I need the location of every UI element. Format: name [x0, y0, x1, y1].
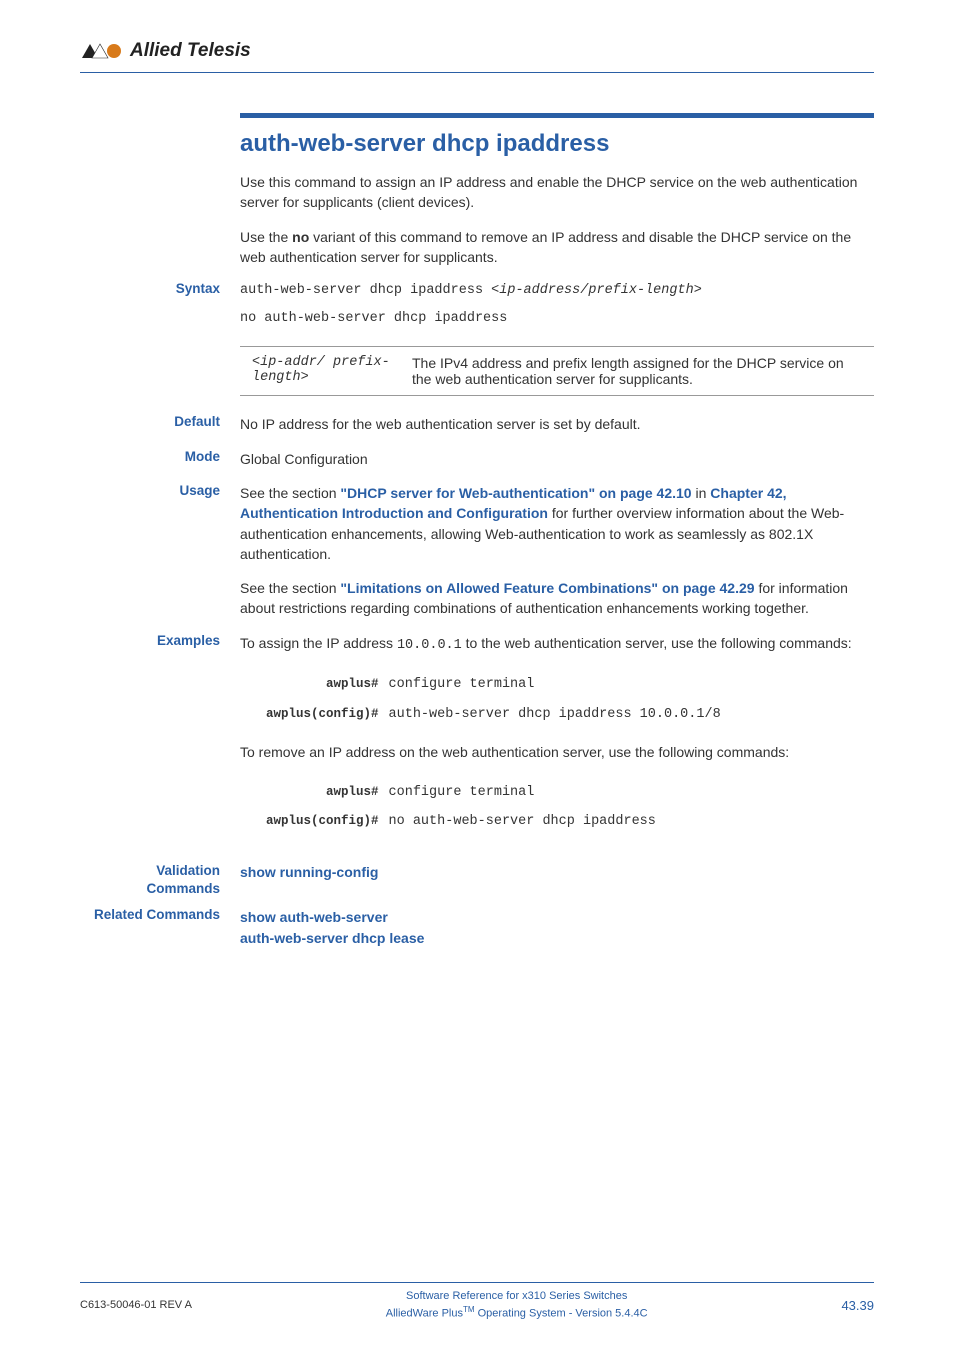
intro-p1: Use this command to assign an IP address… [240, 172, 874, 213]
cmd-text: no auth-web-server dhcp ipaddress [385, 808, 660, 836]
param-name: <ip-addr/ prefix-length> [240, 347, 400, 396]
usage-section: Usage See the section "DHCP server for W… [240, 483, 874, 619]
content-area: auth-web-server dhcp ipaddress Use this … [240, 113, 874, 949]
usage-p2: See the section "Limitations on Allowed … [240, 578, 874, 619]
mode-text: Global Configuration [240, 449, 874, 469]
syntax-line-2: no auth-web-server dhcp ipaddress [240, 309, 874, 329]
usage-link-dhcp[interactable]: "DHCP server for Web-authentication" on … [340, 485, 691, 501]
cmd-prompt: awplus# [262, 671, 383, 699]
footer-subtitle: AlliedWare PlusTM Operating System - Ver… [192, 1304, 842, 1322]
parameter-table: <ip-addr/ prefix-length> The IPv4 addres… [240, 346, 874, 396]
related-label: Related Commands [70, 907, 230, 922]
related-link-2[interactable]: auth-web-server dhcp lease [240, 928, 874, 949]
validation-label: Validation Commands [70, 862, 230, 898]
cmd-text: configure terminal [385, 671, 725, 699]
usage-link-limitations[interactable]: "Limitations on Allowed Feature Combinat… [340, 580, 754, 596]
cmd-prompt: awplus(config)# [262, 701, 383, 729]
page-header: Allied Telesis [80, 40, 874, 73]
cmd-prompt: awplus(config)# [262, 808, 383, 836]
examples-p1: To assign the IP address 10.0.0.1 to the… [240, 633, 874, 656]
default-text: No IP address for the web authentication… [240, 414, 874, 434]
footer-center: Software Reference for x310 Series Switc… [192, 1289, 842, 1322]
brand-text: Allied Telesis [130, 40, 251, 62]
related-section: Related Commands show auth-web-server au… [240, 907, 874, 949]
param-desc: The IPv4 address and prefix length assig… [400, 347, 874, 396]
usage-label: Usage [70, 483, 230, 498]
related-link-1[interactable]: show auth-web-server [240, 907, 874, 928]
default-section: Default No IP address for the web authen… [240, 414, 874, 434]
cmd-text: auth-web-server dhcp ipaddress 10.0.0.1/… [385, 701, 725, 729]
default-label: Default [70, 414, 230, 429]
cmd-text: configure terminal [385, 779, 660, 807]
command-block-2: awplus# configure terminal awplus(config… [260, 777, 662, 838]
mode-section: Mode Global Configuration [240, 449, 874, 469]
validation-link[interactable]: show running-config [240, 862, 874, 883]
footer-title: Software Reference for x310 Series Switc… [192, 1289, 842, 1304]
examples-section: Examples To assign the IP address 10.0.0… [240, 633, 874, 838]
header-rule [80, 72, 874, 73]
command-block-1: awplus# configure terminal awplus(config… [260, 669, 727, 730]
title-rule [240, 113, 874, 118]
page-footer: C613-50046-01 REV A Software Reference f… [80, 1282, 874, 1322]
syntax-label: Syntax [70, 281, 230, 296]
examples-label: Examples [70, 633, 230, 648]
cmd-prompt: awplus# [262, 779, 383, 807]
command-title: auth-web-server dhcp ipaddress [240, 130, 874, 158]
brand-icon [80, 42, 124, 60]
validation-section: Validation Commands show running-config [240, 862, 874, 883]
brand-logo: Allied Telesis [80, 40, 874, 62]
intro-p2: Use the no variant of this command to re… [240, 227, 874, 268]
footer-pagenum: 43.39 [841, 1298, 874, 1313]
footer-docid: C613-50046-01 REV A [80, 1299, 192, 1311]
examples-p2: To remove an IP address on the web authe… [240, 742, 874, 762]
footer-rule [80, 1282, 874, 1283]
syntax-section: Syntax auth-web-server dhcp ipaddress <i… [240, 281, 874, 328]
usage-p1: See the section "DHCP server for Web-aut… [240, 483, 874, 564]
mode-label: Mode [70, 449, 230, 464]
syntax-line-1: auth-web-server dhcp ipaddress <ip-addre… [240, 281, 874, 301]
table-row: <ip-addr/ prefix-length> The IPv4 addres… [240, 347, 874, 396]
